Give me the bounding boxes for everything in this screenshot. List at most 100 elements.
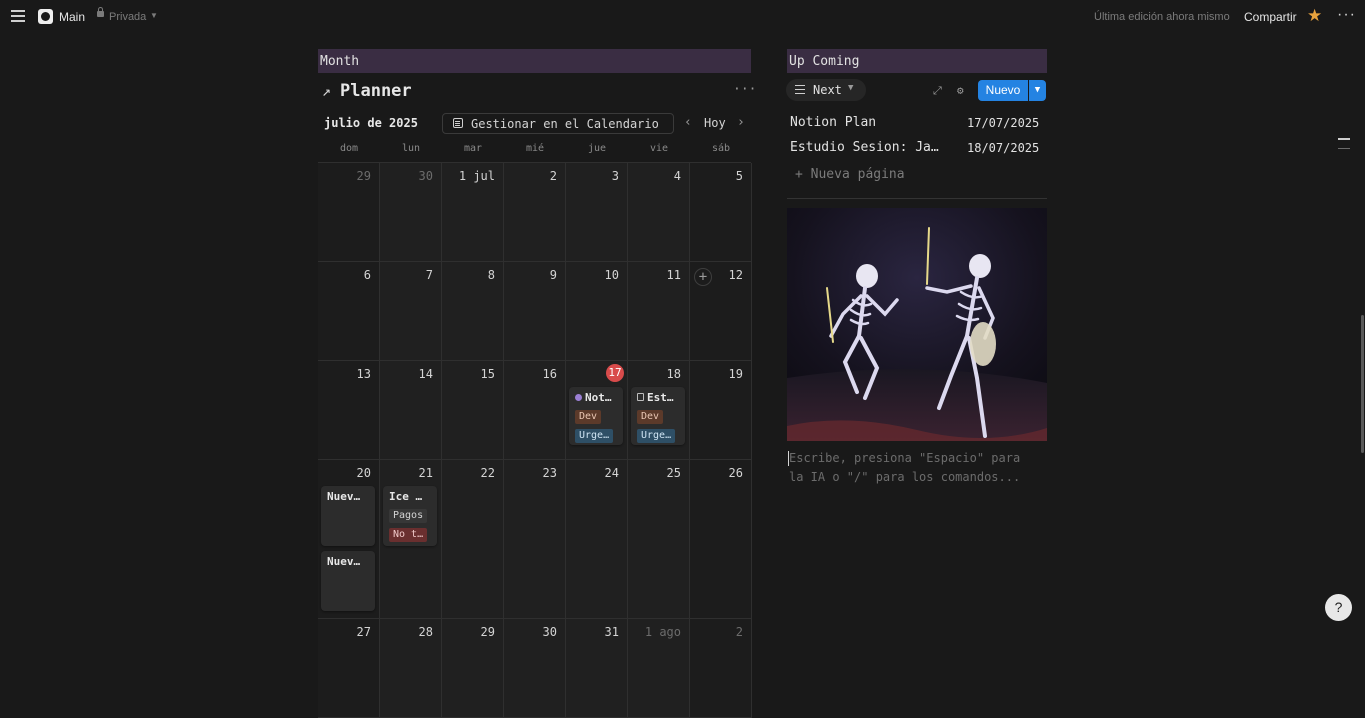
calendar-day-cell[interactable]: 2 [504, 163, 566, 262]
calendar-day-cell[interactable]: 24 [566, 460, 628, 619]
lock-icon [97, 7, 104, 17]
day-number: 25 [666, 466, 681, 480]
event-card[interactable]: Ice … Pagos No t… [383, 486, 437, 546]
day-number: 29 [356, 169, 371, 183]
outline-indicator[interactable] [1338, 138, 1350, 140]
status-dot-icon [575, 394, 582, 401]
previous-month-icon[interactable]: ‹ [684, 115, 692, 130]
menu-icon[interactable] [11, 10, 25, 22]
next-month-icon[interactable]: › [737, 115, 745, 130]
calendar-day-cell[interactable]: 13 [318, 361, 380, 460]
help-button[interactable]: ? [1325, 594, 1352, 621]
privacy-label[interactable]: Privada [109, 11, 146, 23]
calendar-day-cell[interactable]: 28 [380, 619, 442, 718]
day-number: 23 [542, 466, 557, 480]
calendar-day-cell[interactable]: 19 [690, 361, 752, 460]
scrollbar[interactable] [1361, 315, 1364, 453]
link-arrow-icon[interactable]: ↗ [322, 82, 331, 100]
tag-dev: Dev [637, 410, 664, 424]
calendar-day-cell[interactable]: 10 [566, 262, 628, 361]
day-number: 29 [480, 625, 495, 639]
calendar-day-cell[interactable]: 4 [628, 163, 690, 262]
tag-urgent: Urge… [637, 429, 676, 443]
event-card[interactable]: Nuev… [321, 551, 375, 611]
expand-icon[interactable]: ⤢ [933, 84, 942, 98]
calendar-day-cell[interactable]: 2 [690, 619, 752, 718]
calendar-day-cell[interactable]: 25 [628, 460, 690, 619]
day-number: 15 [480, 367, 495, 381]
day-number: 9 [549, 268, 557, 282]
day-number: 27 [356, 625, 371, 639]
editor-placeholder[interactable]: Escribe, presiona "Espacio" para la IA o… [789, 449, 1029, 487]
calendar-day-cell[interactable]: 31 [566, 619, 628, 718]
tag-pagos: Pagos [389, 509, 428, 523]
calendar-icon [453, 118, 463, 128]
calendar-day-cell[interactable]: 21 Ice … Pagos No t… [380, 460, 442, 619]
day-number: 13 [356, 367, 371, 381]
calendar-day-cell[interactable]: 5 [690, 163, 752, 262]
day-number: 11 [666, 268, 681, 282]
calendar-day-cell[interactable]: 29 [318, 163, 380, 262]
calendar-day-cell[interactable]: 26 [690, 460, 752, 619]
calendar-day-cell[interactable]: 8 [442, 262, 504, 361]
calendar-day-cell[interactable]: 16 [504, 361, 566, 460]
calendar-day-cell[interactable]: 3 [566, 163, 628, 262]
tag-status: No t… [389, 528, 428, 542]
calendar-day-cell[interactable]: + 12 [690, 262, 752, 361]
calendar-day-cell[interactable]: 1 ago [628, 619, 690, 718]
day-number: 1 ago [644, 625, 681, 639]
weekday-header: mié [525, 143, 545, 154]
calendar-day-cell[interactable]: 9 [504, 262, 566, 361]
calendar-day-cell[interactable]: 23 [504, 460, 566, 619]
calendar-day-cell[interactable]: 18 Est… Dev Urge… [628, 361, 690, 460]
new-dropdown-chevron-icon[interactable]: ▼ [1029, 80, 1046, 101]
calendar-day-cell[interactable]: 30 [504, 619, 566, 718]
manage-calendar-button[interactable]: Gestionar en el Calendario [442, 113, 674, 134]
day-number: 30 [418, 169, 433, 183]
add-event-button[interactable]: + [694, 268, 712, 286]
calendar-day-cell[interactable]: 29 [442, 619, 504, 718]
more-options-icon[interactable]: ··· [1337, 6, 1356, 24]
view-selector[interactable]: Next ▼ [786, 79, 866, 101]
day-number: 28 [418, 625, 433, 639]
share-button[interactable]: Compartir [1244, 10, 1297, 24]
page-title[interactable]: Main [59, 10, 85, 24]
day-number: 31 [604, 625, 619, 639]
event-card[interactable]: Not… Dev Urge… [569, 387, 623, 445]
month-section-header: Month [318, 49, 751, 73]
today-marker: 17 [606, 364, 624, 382]
calendar-day-cell[interactable]: 11 [628, 262, 690, 361]
upcoming-row-name[interactable]: Estudio Sesion: Ja… [790, 140, 950, 155]
skeletons-image [787, 208, 1047, 441]
new-button[interactable]: Nuevo [978, 80, 1028, 101]
day-number: 14 [418, 367, 433, 381]
calendar-day-cell[interactable]: 30 [380, 163, 442, 262]
top-bar: Main Privada ▼ Última edición ahora mism… [0, 0, 1365, 34]
view-options-icon[interactable]: ··· [733, 82, 756, 97]
favorite-star-icon[interactable]: ★ [1307, 7, 1322, 25]
calendar-day-cell[interactable]: 7 [380, 262, 442, 361]
upcoming-row-date: 18/07/2025 [967, 141, 1040, 155]
today-button[interactable]: Hoy [704, 116, 726, 130]
upcoming-row-name[interactable]: Notion Plan [790, 115, 950, 130]
calendar-day-cell[interactable]: 27 [318, 619, 380, 718]
new-page-button[interactable]: + Nueva página [795, 167, 905, 182]
event-title: Nuev… [327, 555, 361, 568]
filter-settings-icon[interactable]: ⚙ [957, 84, 964, 97]
outline-indicator[interactable] [1338, 148, 1350, 149]
calendar-day-cell[interactable]: 15 [442, 361, 504, 460]
chevron-down-icon[interactable]: ▼ [150, 11, 158, 20]
calendar-day-cell[interactable]: 1 jul [442, 163, 504, 262]
weekday-header: sáb [711, 143, 731, 154]
calendar-day-cell[interactable]: 20 Nuev… Nuev… [318, 460, 380, 619]
planner-title[interactable]: Planner [340, 81, 412, 101]
calendar-day-cell[interactable]: 17 Not… Dev Urge… [566, 361, 628, 460]
calendar-grid: 29 30 1 jul 2 3 4 5 6 7 8 9 10 11 + 12 1… [318, 162, 752, 718]
view-name: Next [813, 83, 842, 97]
event-card[interactable]: Nuev… [321, 486, 375, 546]
calendar-day-cell[interactable]: 6 [318, 262, 380, 361]
event-card[interactable]: Est… Dev Urge… [631, 387, 685, 445]
calendar-day-cell[interactable]: 14 [380, 361, 442, 460]
calendar-day-cell[interactable]: 22 [442, 460, 504, 619]
event-title: Ice … [389, 490, 423, 503]
